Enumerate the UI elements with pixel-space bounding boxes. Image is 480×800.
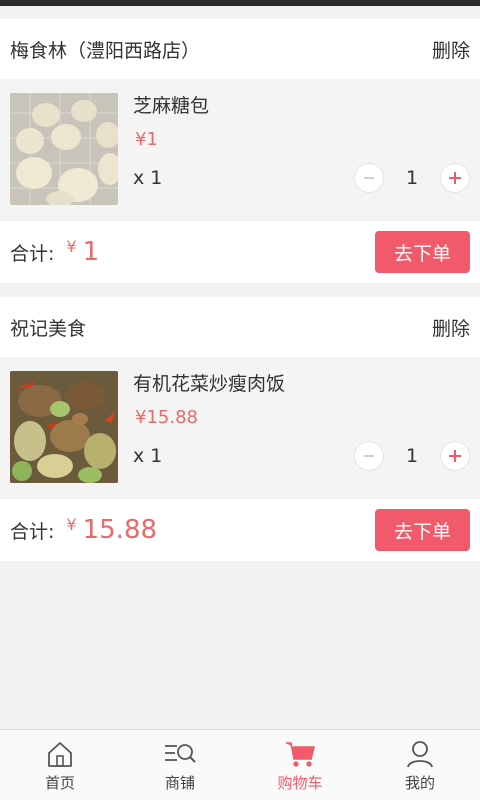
tab-label: 商铺: [164, 773, 195, 792]
total-summary: 合计: ¥ 15.88: [10, 515, 157, 545]
item-name[interactable]: 有机花菜炒瘦肉饭: [133, 369, 285, 396]
item-price: ¥1: [135, 129, 158, 150]
tab-shops[interactable]: 商铺: [120, 730, 240, 800]
shop-search-icon: [163, 738, 197, 770]
user-icon: [405, 738, 435, 770]
item-info: 有机花菜炒瘦肉饭 ¥15.88 x 1 1: [133, 371, 470, 483]
delete-button[interactable]: 删除: [432, 36, 470, 63]
decrease-button[interactable]: [354, 441, 384, 471]
shop-card: 祝记美食 删除 有机花菜炒瘦肉饭 ¥15.88 x 1 1 合计: ¥ 15.8…: [0, 297, 480, 561]
quantity-value: 1: [405, 167, 419, 189]
minus-icon: [364, 177, 374, 179]
cauliflower-pork-image[interactable]: [10, 371, 118, 483]
shop-name[interactable]: 梅食林（澧阳西路店）: [10, 36, 200, 63]
bottom-tab-bar: 首页 商铺 购物车 我的: [0, 729, 480, 800]
decrease-button[interactable]: [354, 163, 384, 193]
shop-card: 梅食林（澧阳西路店） 删除 芝麻糖包 ¥1 x 1 1 合计: ¥ 1 去下单: [0, 19, 480, 283]
tab-profile[interactable]: 我的: [360, 730, 480, 800]
total-currency: ¥: [66, 515, 77, 534]
increase-button[interactable]: [440, 163, 470, 193]
total-currency: ¥: [66, 237, 77, 256]
total-row: 合计: ¥ 1 去下单: [0, 221, 480, 283]
tab-label: 购物车: [277, 773, 323, 792]
shop-header: 梅食林（澧阳西路店） 删除: [0, 19, 480, 79]
item-price: ¥15.88: [135, 407, 198, 428]
plus-icon: [449, 172, 461, 184]
item-name[interactable]: 芝麻糖包: [133, 91, 209, 118]
tab-cart[interactable]: 购物车: [240, 730, 360, 800]
quantity-stepper: 1: [354, 441, 470, 471]
place-order-button[interactable]: 去下单: [375, 509, 470, 551]
total-summary: 合计: ¥ 1: [10, 237, 99, 267]
increase-button[interactable]: [440, 441, 470, 471]
total-label: 合计:: [10, 521, 55, 543]
total-amount: 1: [82, 237, 100, 267]
tab-home[interactable]: 首页: [0, 730, 120, 800]
steamed-buns-image[interactable]: [10, 93, 118, 205]
tab-label: 首页: [44, 773, 75, 792]
quantity-stepper: 1: [354, 163, 470, 193]
shop-header: 祝记美食 删除: [0, 297, 480, 357]
plus-icon: [449, 450, 461, 462]
total-row: 合计: ¥ 15.88 去下单: [0, 499, 480, 561]
tab-label: 我的: [404, 773, 435, 792]
cart-item[interactable]: 芝麻糖包 ¥1 x 1 1: [0, 79, 480, 219]
home-icon: [45, 738, 75, 770]
item-quantity-label: x 1: [133, 167, 163, 189]
delete-button[interactable]: 删除: [432, 314, 470, 341]
cart-item[interactable]: 有机花菜炒瘦肉饭 ¥15.88 x 1 1: [0, 357, 480, 497]
total-amount: 15.88: [82, 515, 158, 545]
item-info: 芝麻糖包 ¥1 x 1 1: [133, 93, 470, 205]
place-order-button[interactable]: 去下单: [375, 231, 470, 273]
quantity-value: 1: [405, 445, 419, 467]
total-label: 合计:: [10, 243, 55, 265]
item-quantity-label: x 1: [133, 445, 163, 467]
status-bar: [0, 0, 480, 6]
minus-icon: [364, 455, 374, 457]
cart-icon: [284, 738, 316, 770]
shop-name[interactable]: 祝记美食: [10, 314, 86, 341]
